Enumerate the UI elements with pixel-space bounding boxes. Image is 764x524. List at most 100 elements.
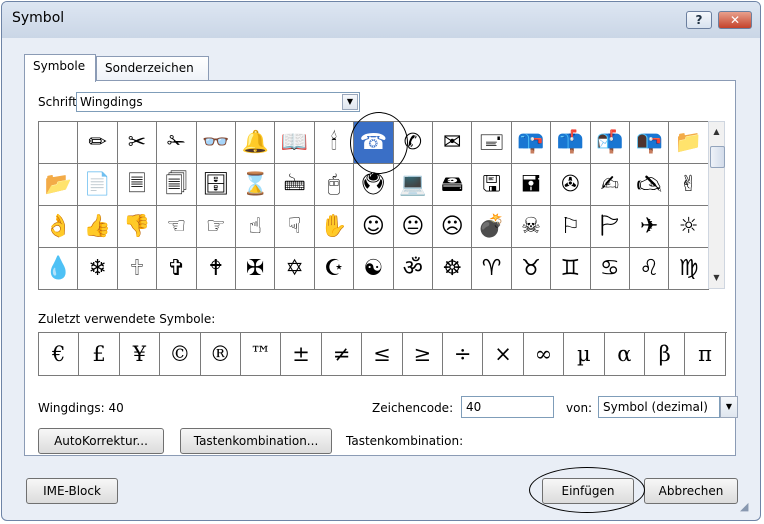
symbol-cell[interactable]: 🖎 [630,164,670,206]
symbol-cell[interactable]: 📭 [630,122,670,164]
tab-sonderzeichen[interactable]: Sonderzeichen [96,56,209,81]
scroll-up-arrow-icon[interactable]: ▲ [709,124,724,140]
recent-symbol-cell[interactable]: ¥ [119,333,161,376]
symbol-grid-scrollbar[interactable]: ▲ ▼ [708,121,725,289]
symbol-cell[interactable]: ☞ [196,206,236,248]
symbol-cell[interactable]: 🔔 [236,122,276,164]
symbol-cell[interactable]: 🕈 [196,248,236,290]
symbol-cell[interactable]: ✍ [590,164,630,206]
scroll-down-arrow-icon[interactable]: ▼ [709,270,724,286]
symbol-cell[interactable]: 💻 [393,164,433,206]
recent-symbol-cell[interactable]: π [685,333,726,376]
help-button[interactable]: ? [686,11,712,29]
charcode-input[interactable]: 40 [461,396,554,418]
cancel-button[interactable]: Abbrechen [644,478,738,504]
symbol-cell[interactable]: 📁 [669,122,709,164]
symbol-cell[interactable]: 📂 [39,164,79,206]
symbol-cell[interactable]: 🕆 [117,248,158,290]
recent-symbol-cell[interactable]: ® [200,333,241,376]
symbol-cell[interactable]: ♊ [551,248,591,290]
symbol-cell[interactable]: ☜ [157,206,197,248]
symbol-cell[interactable]: ☯ [354,248,394,290]
symbol-cell[interactable]: 👍 [78,206,118,248]
recent-symbol-cell[interactable]: β [645,333,686,376]
symbol-cell[interactable]: 🗐 [157,164,197,206]
symbol-cell[interactable]: 🖮 [275,164,315,206]
symbol-cell[interactable]: 📪 [511,122,552,164]
symbol-cell[interactable]: 🖃 [472,122,512,164]
symbol-cell[interactable]: 😐 [393,206,433,248]
symbol-cell[interactable]: ⌛ [236,164,276,206]
symbol-cell[interactable]: ♍ [669,248,709,290]
symbol-cell[interactable]: ☎ [354,122,394,164]
symbol-cell[interactable]: 🗄 [196,164,236,206]
shortcut-key-button[interactable]: Tastenkombination... [180,428,332,454]
recent-symbol-cell[interactable]: £ [79,333,120,376]
symbol-cell[interactable]: 👌 [39,206,79,248]
symbol-cell[interactable]: ✠ [236,248,276,290]
symbol-cell[interactable]: 📖 [275,122,315,164]
symbol-cell[interactable]: 🕯 [314,122,355,164]
symbol-cell[interactable]: 📫 [551,122,591,164]
symbol-cell[interactable]: ✌ [669,164,709,206]
symbol-cell[interactable]: 👓 [196,122,236,164]
symbol-cell[interactable]: 🖬 [511,164,552,206]
symbol-cell[interactable]: ⚐ [551,206,591,248]
symbol-cell[interactable]: ✉ [433,122,473,164]
symbol-cell[interactable]: 🏱 [590,206,630,248]
symbol-cell[interactable] [39,122,79,164]
recent-symbol-cell[interactable]: × [483,333,524,376]
recent-symbol-cell[interactable]: € [39,333,80,376]
symbol-cell[interactable]: ☹ [433,206,473,248]
symbol-cell[interactable]: ✇ [551,164,591,206]
symbol-cell[interactable]: ✞ [157,248,197,290]
symbol-cell[interactable]: ♈ [472,248,512,290]
chevron-down-icon[interactable]: ▼ [342,94,358,110]
symbol-cell[interactable]: 📄 [78,164,118,206]
symbol-cell[interactable]: ✁ [157,122,197,164]
recent-symbol-cell[interactable]: ™ [241,333,282,376]
recent-symbol-cell[interactable]: ÷ [443,333,484,376]
resize-grip-icon[interactable]: ◢ [740,500,748,513]
symbol-cell[interactable]: ♉ [511,248,552,290]
from-select-chevron-down-icon[interactable]: ▼ [720,396,738,418]
recent-symbol-cell[interactable]: ∞ [523,333,565,376]
scrollbar-thumb[interactable] [710,146,725,168]
symbol-cell[interactable]: 🖴 [433,164,473,206]
recent-symbol-cell[interactable]: µ [564,333,605,376]
symbol-cell[interactable]: ☝ [236,206,276,248]
symbol-cell[interactable]: ॐ [393,248,433,290]
symbol-cell[interactable]: ♋ [590,248,630,290]
symbol-cell[interactable]: 💣 [472,206,512,248]
ime-block-button[interactable]: IME-Block [26,478,118,504]
recent-symbol-cell[interactable]: α [604,333,645,376]
recent-symbol-cell[interactable]: ≥ [402,333,443,376]
symbol-cell[interactable]: 👎 [117,206,158,248]
symbol-cell[interactable]: 🖲 [354,164,394,206]
recent-symbol-cell[interactable]: © [160,333,201,376]
symbol-cell[interactable]: ✡ [275,248,315,290]
insert-button[interactable]: Einfügen [542,478,634,504]
symbol-cell[interactable]: 🖰 [314,164,355,206]
symbol-cell[interactable]: ✂ [117,122,158,164]
symbol-cell[interactable]: 💧 [39,248,79,290]
symbol-cell[interactable]: ☠ [511,206,552,248]
symbol-cell[interactable]: 📬 [590,122,630,164]
font-select[interactable]: Wingdings ▼ [76,92,360,112]
symbol-cell[interactable]: ❄ [78,248,118,290]
symbol-cell[interactable]: ✋ [314,206,355,248]
from-select[interactable]: Symbol (dezimal) [598,396,720,418]
recent-symbol-cell[interactable]: ≤ [362,333,403,376]
close-button[interactable]: ✕ [718,11,752,29]
symbol-cell[interactable]: ✏ [78,122,118,164]
symbol-cell[interactable]: 🖫 [472,164,512,206]
symbol-cell[interactable]: ☟ [275,206,315,248]
recent-symbol-cell[interactable]: ± [281,333,322,376]
symbol-cell[interactable]: 🗏 [117,164,158,206]
symbol-cell[interactable]: ✆ [393,122,433,164]
symbol-cell[interactable]: ♌ [630,248,670,290]
symbol-cell[interactable]: ☸ [433,248,473,290]
recent-symbol-cell[interactable]: ≠ [321,333,363,376]
autocorrect-button[interactable]: AutoKorrektur... [38,428,164,454]
tab-symbole[interactable]: Symbole [24,54,96,82]
